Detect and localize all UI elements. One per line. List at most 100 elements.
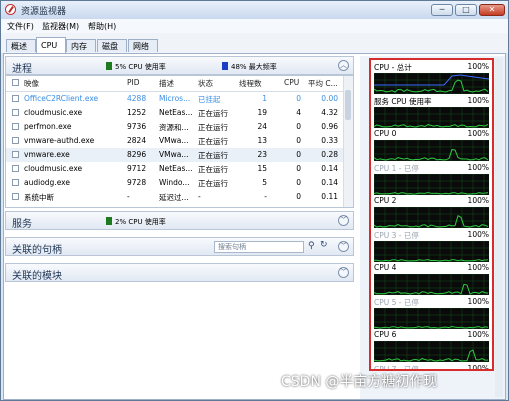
cell-cpu: 4 bbox=[296, 108, 301, 117]
process-row[interactable]: OfficeC2RClient.exe 4288 Micros... 已挂起 1 0 0.0… bbox=[6, 92, 345, 106]
process-checkbox[interactable] bbox=[12, 151, 19, 158]
expand-modules-icon[interactable]: ﹀ bbox=[338, 267, 349, 278]
cell-cpu: 0 bbox=[296, 136, 301, 145]
cpu-graph-label: CPU 0 bbox=[374, 129, 397, 138]
process-row[interactable]: vmware.exe 8296 VMwa... 正在运行 23 0 0.28 bbox=[6, 148, 345, 162]
cpu-usage-line bbox=[374, 214, 489, 228]
process-row[interactable]: 系统中断 - 延迟过... - -0 0.11 bbox=[6, 190, 345, 204]
process-checkbox[interactable] bbox=[12, 165, 19, 172]
cpu-usage-line bbox=[374, 349, 488, 362]
menu-monitor[interactable]: 监视器(M) bbox=[42, 21, 79, 32]
col-cpu[interactable]: CPU bbox=[284, 78, 304, 87]
process-scroll-thumb[interactable] bbox=[345, 90, 351, 120]
expand-handles-icon[interactable]: ﹀ bbox=[338, 241, 349, 252]
cell-pid: 2824 bbox=[127, 136, 147, 145]
expand-services-icon[interactable]: ﹀ bbox=[338, 215, 349, 226]
cell-description: 资源和... bbox=[159, 123, 189, 132]
cpu-graph-label: CPU 5 - 已停 bbox=[374, 297, 419, 307]
cpu-usage-legend: 5% CPU 使用率 bbox=[106, 62, 166, 72]
processes-header[interactable]: 进程 5% CPU 使用率 48% 最大频率 ︿ bbox=[5, 56, 354, 75]
search-handles-input[interactable]: 搜索句柄 bbox=[214, 241, 304, 253]
cpu-graph-label: CPU 2 bbox=[374, 196, 397, 205]
cell-avg-cpu: 4.32 bbox=[321, 108, 338, 117]
modules-title: 关联的模块 bbox=[12, 271, 62, 282]
close-button[interactable]: ✕ bbox=[479, 4, 505, 16]
cell-status: - bbox=[198, 192, 201, 201]
cpu-graph-label: CPU 6 bbox=[374, 330, 397, 339]
cpu-graph-svg bbox=[374, 341, 489, 362]
cell-description: 延迟过... bbox=[159, 193, 189, 202]
cell-pid: 9712 bbox=[127, 164, 147, 173]
tab-disk[interactable]: 磁盘 bbox=[97, 39, 127, 52]
services-header[interactable]: 服务 2% CPU 使用率 ﹀ bbox=[5, 211, 354, 230]
cpu-graph-canvas bbox=[374, 173, 489, 195]
col-image[interactable]: 映像 bbox=[24, 78, 104, 89]
cell-threads: - bbox=[264, 192, 267, 201]
cell-image: 系统中断 bbox=[24, 193, 54, 202]
process-row[interactable]: audiodg.exe 9728 Windo... 正在运行 5 0 0.14 bbox=[6, 176, 345, 190]
col-pid[interactable]: PID bbox=[127, 78, 157, 87]
process-row[interactable]: vmware-authd.exe 2824 VMwa... 正在运行 13 0 0.33 bbox=[6, 134, 345, 148]
process-checkbox[interactable] bbox=[12, 137, 19, 144]
cell-pid: 4288 bbox=[127, 94, 147, 103]
process-checkbox[interactable] bbox=[12, 193, 19, 200]
cell-cpu: 0 bbox=[296, 150, 301, 159]
cpu-graph-scale: 100% bbox=[467, 196, 489, 205]
menu-help[interactable]: 帮助(H) bbox=[88, 21, 116, 32]
cpu-usage-line bbox=[374, 149, 489, 161]
tab-cpu[interactable]: CPU bbox=[36, 37, 66, 53]
resource-monitor-icon bbox=[5, 4, 16, 15]
tab-overview[interactable]: 概述 bbox=[6, 39, 36, 52]
cell-pid: 9728 bbox=[127, 178, 147, 187]
cpu-graphs-panel: CPU - 总计 100% 服务 CPU 使用率 100% CPU 0 100% CPU 1… bbox=[369, 58, 494, 371]
col-status[interactable]: 状态 bbox=[198, 78, 233, 89]
process-checkbox[interactable] bbox=[12, 123, 19, 130]
minimize-button[interactable]: ─ bbox=[431, 4, 453, 16]
title-bar[interactable]: 资源监视器 ─ □ ✕ bbox=[1, 1, 508, 19]
search-icon[interactable]: ⚲ bbox=[308, 241, 315, 251]
tab-memory[interactable]: 内存 bbox=[66, 39, 96, 52]
details-pane: 进程 5% CPU 使用率 48% 最大频率 ︿ 映像 PID 描述 状态 线程… bbox=[5, 56, 355, 397]
cpu-graph-label: CPU 4 bbox=[374, 263, 397, 272]
graphs-scrollbar[interactable] bbox=[495, 58, 503, 397]
col-avg-cpu[interactable]: 平均 C... bbox=[308, 78, 344, 89]
handles-header[interactable]: 关联的句柄 搜索句柄 ⚲ ↻ ﹀ bbox=[5, 237, 354, 256]
cpu-graph-scale: 100% bbox=[467, 229, 489, 239]
cpu-graph-svg bbox=[374, 240, 489, 262]
max-freq-legend: 48% 最大频率 bbox=[222, 62, 277, 72]
col-description[interactable]: 描述 bbox=[159, 78, 194, 89]
process-checkbox[interactable] bbox=[12, 109, 19, 116]
process-checkbox[interactable] bbox=[12, 95, 19, 102]
cell-description: Windo... bbox=[159, 178, 190, 187]
refresh-icon[interactable]: ↻ bbox=[320, 240, 328, 250]
process-scrollbar[interactable] bbox=[343, 76, 353, 207]
cpu-usage-line bbox=[374, 79, 489, 93]
process-checkbox[interactable] bbox=[12, 179, 19, 186]
cpu-graph-scale: 100% bbox=[467, 263, 489, 272]
cpu-graph-scale: 100% bbox=[467, 95, 489, 105]
tab-network[interactable]: 网络 bbox=[128, 39, 158, 52]
maximize-button[interactable]: □ bbox=[455, 4, 477, 16]
modules-header[interactable]: 关联的模块 ﹀ bbox=[5, 263, 354, 282]
cpu-graph-svg bbox=[374, 106, 489, 128]
cell-image: OfficeC2RClient.exe bbox=[24, 94, 99, 103]
cpu-tab-content: 进程 5% CPU 使用率 48% 最大频率 ︿ 映像 PID 描述 状态 线程… bbox=[3, 53, 506, 400]
cell-description: VMwa... bbox=[159, 136, 189, 145]
collapse-processes-icon[interactable]: ︿ bbox=[338, 60, 349, 71]
cpu-graph-scale: 100% bbox=[467, 162, 489, 172]
max-freq-swatch bbox=[222, 62, 228, 70]
process-row[interactable]: perfmon.exe 9736 资源和... 正在运行 24 0 0.96 bbox=[6, 120, 345, 134]
select-all-checkbox[interactable] bbox=[12, 79, 19, 86]
process-row[interactable]: cloudmusic.exe 1252 NetEas... 正在运行 19 4 4.32 bbox=[6, 106, 345, 120]
cell-description: NetEas... bbox=[159, 108, 193, 117]
cell-pid: - bbox=[127, 192, 130, 201]
cpu-graph-svg bbox=[374, 307, 489, 329]
process-row[interactable]: cloudmusic.exe 9712 NetEas... 正在运行 15 0 0.14 bbox=[6, 162, 345, 176]
cell-cpu: 0 bbox=[296, 192, 301, 201]
menu-file[interactable]: 文件(F) bbox=[7, 21, 34, 32]
cpu-graph-label: CPU 1 - 已停 bbox=[374, 163, 419, 173]
cpu-usage-line bbox=[374, 258, 489, 262]
cell-avg-cpu: 0.33 bbox=[321, 136, 338, 145]
col-threads[interactable]: 线程数 bbox=[239, 78, 274, 89]
cell-threads: 13 bbox=[257, 136, 267, 145]
